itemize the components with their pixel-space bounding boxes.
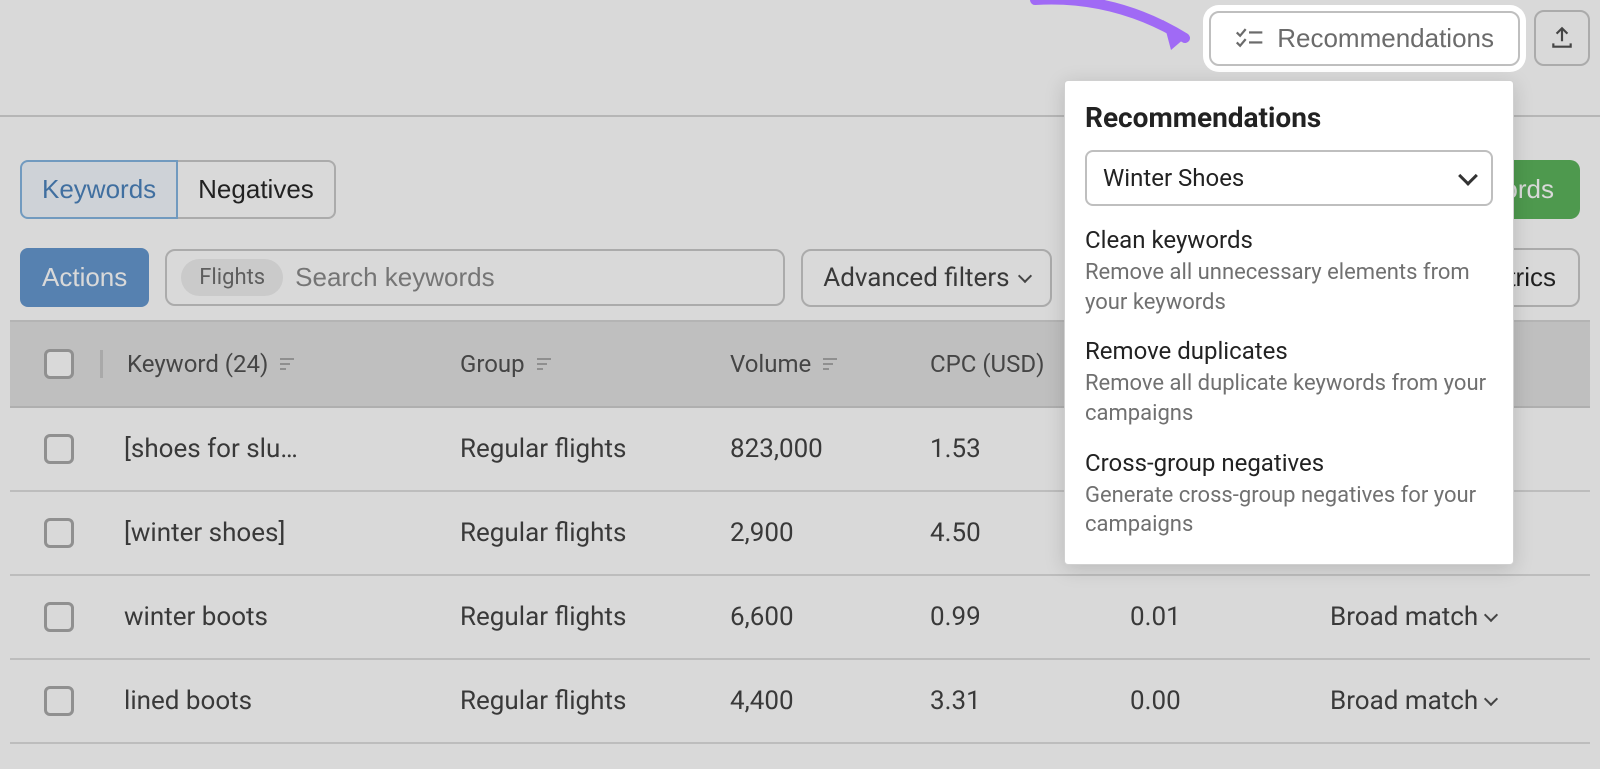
sort-icon: [821, 355, 839, 373]
cell-group: Regular flights: [450, 602, 720, 632]
tab-negatives[interactable]: Negatives: [176, 160, 336, 219]
cell-volume: 6,600: [720, 602, 920, 632]
campaign-select-value: Winter Shoes: [1103, 164, 1244, 192]
recommendation-cross-group-negatives[interactable]: Cross-group negatives Generate cross-gro…: [1085, 449, 1493, 540]
recommendation-desc: Generate cross-group negatives for your …: [1085, 481, 1493, 540]
cell-match[interactable]: Broad match: [1320, 686, 1600, 716]
chevron-down-icon: [1484, 608, 1498, 622]
col-group[interactable]: Group: [450, 350, 720, 378]
recommendation-desc: Remove all unnecessary elements from you…: [1085, 258, 1493, 317]
search-input[interactable]: [295, 262, 769, 293]
table-row: lined boots Regular flights 4,400 3.31 0…: [10, 660, 1590, 744]
row-checkbox[interactable]: [44, 434, 74, 464]
checklist-icon: [1235, 28, 1263, 48]
advanced-filters-button[interactable]: Advanced filters: [801, 249, 1051, 307]
popover-heading: Recommendations: [1085, 101, 1493, 134]
cell-keyword[interactable]: [shoes for slu…: [100, 434, 450, 464]
cell-cpc: 0.99: [920, 602, 1120, 632]
keywords-negatives-toggle: Keywords Negatives: [20, 160, 336, 219]
sort-icon: [535, 355, 553, 373]
recommendation-clean-keywords[interactable]: Clean keywords Remove all unnecessary el…: [1085, 226, 1493, 317]
upload-icon: [1549, 25, 1575, 51]
recommendation-desc: Remove all duplicate keywords from your …: [1085, 369, 1493, 428]
col-keyword[interactable]: Keyword (24): [100, 350, 450, 378]
cell-volume: 4,400: [720, 686, 920, 716]
recommendation-title: Cross-group negatives: [1085, 449, 1493, 477]
chevron-down-icon: [1458, 166, 1478, 186]
export-button[interactable]: [1534, 10, 1590, 66]
cell-cpc: 3.31: [920, 686, 1120, 716]
cell-comp: 0.00: [1120, 686, 1320, 716]
row-checkbox[interactable]: [44, 686, 74, 716]
cell-keyword[interactable]: winter boots: [100, 602, 450, 632]
row-checkbox[interactable]: [44, 602, 74, 632]
recommendations-popover: Recommendations Winter Shoes Clean keywo…: [1064, 80, 1514, 565]
chevron-down-icon: [1484, 692, 1498, 706]
advanced-filters-label: Advanced filters: [823, 263, 1009, 293]
recommendation-title: Clean keywords: [1085, 226, 1493, 254]
cell-group: Regular flights: [450, 686, 720, 716]
recommendation-remove-duplicates[interactable]: Remove duplicates Remove all duplicate k…: [1085, 337, 1493, 428]
chevron-down-icon: [1017, 268, 1031, 282]
recommendations-button[interactable]: Recommendations: [1209, 11, 1520, 66]
cell-comp: 0.01: [1120, 602, 1320, 632]
search-chip[interactable]: Flights: [181, 259, 283, 296]
table-row: winter boots Regular flights 6,600 0.99 …: [10, 576, 1590, 660]
sort-icon: [278, 355, 296, 373]
recommendation-title: Remove duplicates: [1085, 337, 1493, 365]
cell-group: Regular flights: [450, 518, 720, 548]
campaign-select[interactable]: Winter Shoes: [1085, 150, 1493, 206]
row-checkbox[interactable]: [44, 518, 74, 548]
cell-keyword[interactable]: lined boots: [100, 686, 450, 716]
actions-button[interactable]: Actions: [20, 248, 149, 307]
cell-group: Regular flights: [450, 434, 720, 464]
cell-keyword[interactable]: [winter shoes]: [100, 518, 450, 548]
cell-match[interactable]: Broad match: [1320, 602, 1600, 632]
col-volume[interactable]: Volume: [720, 350, 920, 378]
highlight-arrow: [1025, 0, 1225, 84]
cell-volume: 2,900: [720, 518, 920, 548]
tab-keywords[interactable]: Keywords: [20, 160, 178, 219]
select-all-checkbox[interactable]: [44, 349, 74, 379]
recommendations-label: Recommendations: [1277, 23, 1494, 54]
search-box[interactable]: Flights: [165, 249, 785, 306]
cell-volume: 823,000: [720, 434, 920, 464]
